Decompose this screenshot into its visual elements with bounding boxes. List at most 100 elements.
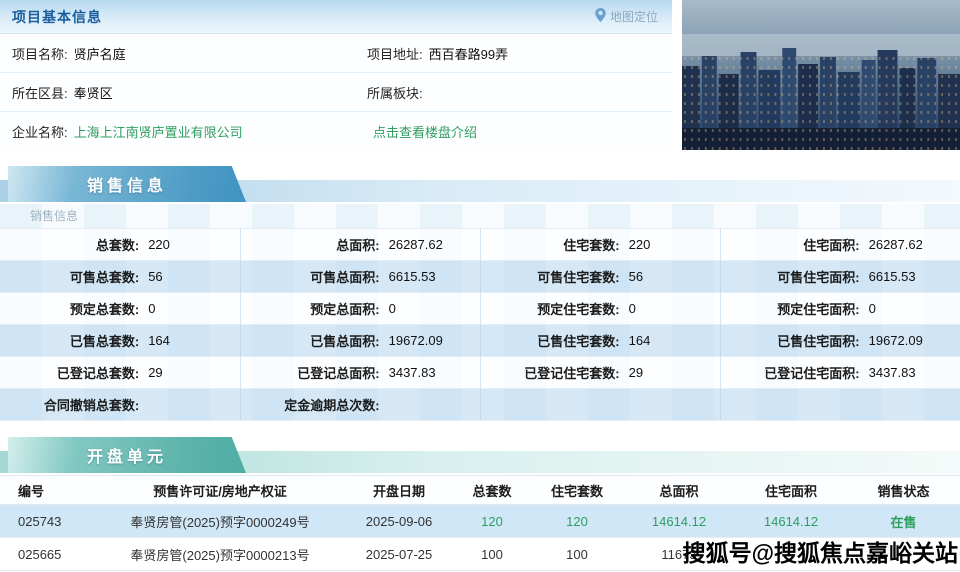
sales-field: 总套数: 220	[0, 229, 240, 260]
info-field: 企业名称: 上海上江南贤庐置业有限公司	[0, 122, 357, 141]
sales-field: 可售总套数: 56	[0, 261, 240, 292]
sales-field: 已售总面积: 19672.09	[240, 325, 480, 356]
sales-field: 预定总面积: 0	[240, 293, 480, 324]
info-field-value: 奉贤区	[73, 85, 113, 101]
info-field-value: 贤庐名庭	[73, 46, 126, 62]
units-cell: 120	[566, 513, 588, 529]
sales-field-value: 0	[868, 301, 876, 316]
sales-field: 可售住宅面积: 6615.53	[720, 261, 960, 292]
sales-field-value: 56	[628, 269, 644, 284]
sales-field-label: 定金逾期总次数:	[284, 398, 380, 413]
units-section-head: 开盘单元	[0, 435, 960, 475]
sales-field-label: 已登记住宅套数:	[524, 366, 620, 381]
info-field-label: 所在区县:	[12, 85, 68, 101]
units-col-header: 总面积	[659, 483, 699, 499]
sales-field-value: 0	[148, 301, 156, 316]
info-row: 所在区县: 奉贤区 所属板块:	[0, 73, 672, 112]
sales-field-value: 220	[628, 237, 651, 252]
sales-field: 住宅面积: 26287.62	[720, 229, 960, 260]
page-title: 项目基本信息	[12, 8, 102, 25]
units-cell: 14614.12	[651, 513, 707, 529]
info-field: 项目地址: 西百春路99弄	[357, 44, 672, 63]
sales-field-value: 220	[148, 237, 170, 252]
sales-field-label: 已登记总套数:	[56, 366, 140, 381]
units-col-header: 编号	[18, 483, 45, 499]
units-col-header: 预售许可证/房地产权证	[153, 483, 287, 499]
units-col-header: 住宅面积	[764, 483, 817, 499]
map-locate-label: 地图定位	[609, 10, 658, 24]
units-cell: 2025-07-25	[365, 546, 433, 562]
info-field-link[interactable]: 点击查看楼盘介绍	[373, 122, 477, 141]
sales-row: 总套数: 220 总面积: 26287.62 住宅套数: 220 住宅面积: 26287.62	[0, 228, 960, 260]
sales-field-value: 6615.53	[868, 269, 916, 284]
units-cell: 100	[566, 546, 588, 562]
watermark: 搜狐号@搜狐焦点嘉峪关站	[682, 540, 958, 566]
units-col-header: 住宅套数	[550, 483, 603, 499]
sales-field-label: 已售住宅面积:	[777, 334, 860, 349]
project-fields: 项目名称: 贤庐名庭 项目地址: 西百春路99弄 所在区县: 奉贤区 所属板块: 企业名称: 上…	[0, 34, 672, 150]
units-cell-status: 在售	[890, 514, 917, 530]
city-night-photo	[682, 0, 960, 150]
units-cell: 100	[481, 546, 503, 562]
sales-field: 可售总面积: 6615.53	[240, 261, 480, 292]
sales-field: 合同撤销总套数:	[0, 389, 240, 420]
sales-field: 已售总套数: 164	[0, 325, 240, 356]
project-basic-info-left: 项目基本信息 地图定位 项目名称: 贤庐名庭 项目地址: 西百春路99弄 所在区县: 奉贤…	[0, 0, 672, 150]
sales-row: 预定总套数: 0 预定总面积: 0 预定住宅套数: 0 预定住宅面积: 0	[0, 292, 960, 324]
info-field-link[interactable]: 上海上江南贤庐置业有限公司	[74, 122, 243, 141]
sales-row: 已登记总套数: 29 已登记总面积: 3437.83 已登记住宅套数: 29 已登记住宅面积…	[0, 356, 960, 388]
map-pin-icon	[595, 8, 606, 25]
units-cell: 025665	[18, 546, 62, 562]
sales-field-label: 可售总面积:	[310, 270, 380, 285]
sales-table: 总套数: 220 总面积: 26287.62 住宅套数: 220 住宅面积: 26287.62…	[0, 228, 960, 421]
units-cell: 120	[481, 513, 503, 529]
sales-field-label: 已登记住宅面积:	[764, 366, 860, 381]
sales-field-value: 0	[388, 301, 396, 316]
sales-field-value: 164	[628, 333, 651, 348]
sales-field-value: 0	[628, 301, 636, 316]
sales-row: 可售总套数: 56 可售总面积: 6615.53 可售住宅套数: 56 可售住宅面积: 661…	[0, 260, 960, 292]
sales-field-label: 预定住宅套数:	[537, 302, 620, 317]
units-table-header: 编号 预售许可证/房地产权证 开盘日期 总套数 住宅套数 总面积 住宅面积 销售状态	[0, 475, 960, 505]
info-row: 项目名称: 贤庐名庭 项目地址: 西百春路99弄	[0, 34, 672, 73]
sales-field-label: 预定总套数:	[69, 302, 140, 317]
sales-field: 可售住宅套数: 56	[480, 261, 720, 292]
map-locate-link[interactable]: 地图定位	[595, 8, 658, 25]
units-col-header: 销售状态	[877, 483, 930, 499]
sales-field-value: 19672.09	[868, 333, 923, 348]
sales-field: 已登记总面积: 3437.83	[240, 357, 480, 388]
sales-field: 预定总套数: 0	[0, 293, 240, 324]
project-basic-info-panel: 项目基本信息 地图定位 项目名称: 贤庐名庭 项目地址: 西百春路99弄 所在区县: 奉贤…	[0, 0, 960, 150]
sales-field-label: 预定总面积:	[310, 302, 380, 317]
units-ribbon-label: 开盘单元	[86, 449, 167, 466]
sales-field-value: 19672.09	[388, 333, 443, 348]
sales-field-value: 56	[148, 269, 163, 284]
sales-field-label: 可售总套数:	[69, 270, 140, 285]
sales-field-label: 已售住宅套数:	[537, 334, 620, 349]
sales-field-value: 29	[148, 365, 163, 380]
units-cell: 奉贤房管(2025)预字0000213号	[130, 547, 310, 563]
units-cell: 2025-09-06	[365, 513, 433, 529]
sales-info-section: 销售信息 销售信息 总套数: 220 总面积: 26287.62 住宅套数: 220 住宅面…	[0, 164, 960, 421]
units-cell: 奉贤房管(2025)预字0000249号	[130, 514, 310, 530]
sales-subtitle: 销售信息	[30, 209, 79, 223]
info-row: 企业名称: 上海上江南贤庐置业有限公司 点击查看楼盘介绍	[0, 112, 672, 150]
info-field-value: 西百春路99弄	[428, 46, 509, 62]
sales-field-label: 总套数:	[95, 238, 140, 253]
units-col-header: 开盘日期	[372, 483, 425, 499]
sales-field-value: 29	[628, 365, 644, 380]
units-cell: 14614.12	[763, 513, 819, 529]
info-field-label: 企业名称:	[12, 124, 68, 140]
project-photo	[682, 0, 960, 150]
info-field-label: 所属板块:	[367, 85, 423, 101]
sales-field: 定金逾期总次数:	[240, 389, 480, 420]
sales-row: 合同撤销总套数: 定金逾期总次数:	[0, 388, 960, 421]
sales-body: 销售信息 总套数: 220 总面积: 26287.62 住宅套数: 220 住宅面积: 262…	[0, 204, 960, 421]
sales-field-label: 住宅面积:	[803, 238, 860, 253]
units-col-header: 总套数	[472, 483, 512, 499]
sales-field-label: 住宅套数:	[563, 238, 620, 253]
sales-field: 已登记住宅套数: 29	[480, 357, 720, 388]
sales-field-value: 6615.53	[388, 269, 436, 284]
sales-field-value: 26287.62	[388, 237, 443, 252]
sales-field	[480, 389, 720, 420]
